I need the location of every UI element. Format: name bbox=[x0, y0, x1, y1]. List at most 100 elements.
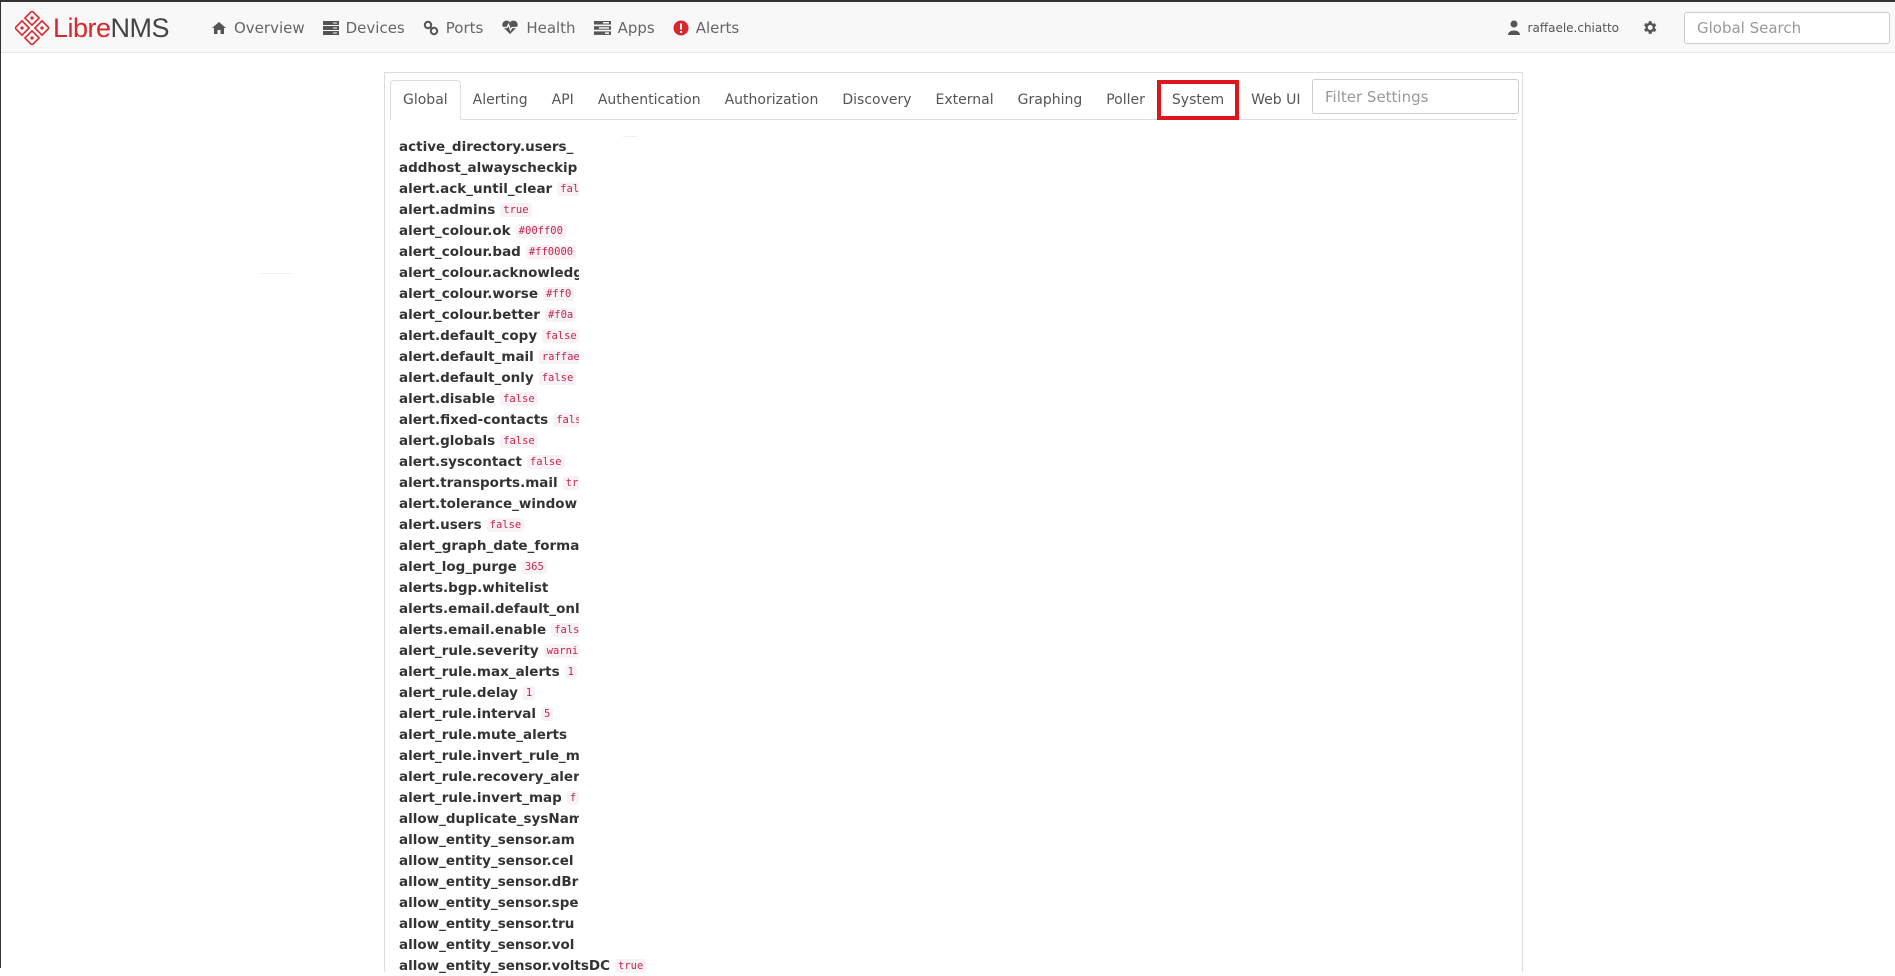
setting-row[interactable]: alerts.email.enable fals bbox=[399, 619, 669, 640]
setting-row[interactable]: alert_rule.max_alerts 1 bbox=[399, 661, 669, 682]
setting-row[interactable]: allow_entity_sensor.vol bbox=[399, 934, 669, 955]
setting-row[interactable]: alert_rule.interval 5 bbox=[399, 703, 669, 724]
setting-row[interactable]: alert_rule.recovery_aler bbox=[399, 766, 669, 787]
tab-authorization[interactable]: Authorization bbox=[713, 80, 831, 120]
tab-authentication[interactable]: Authentication bbox=[586, 80, 713, 120]
tab-poller-label: Poller bbox=[1106, 92, 1145, 108]
setting-clip: alert_rule.recovery_aler bbox=[399, 769, 579, 785]
setting-row[interactable]: alert_graph_date_forma bbox=[399, 535, 669, 556]
setting-clip: alert_colour.bad #ff0000 bbox=[399, 244, 579, 260]
setting-row[interactable]: allow_entity_sensor.tru bbox=[399, 913, 669, 934]
setting-value: false bbox=[538, 370, 577, 385]
setting-clip: alert.users false bbox=[399, 517, 579, 533]
setting-row[interactable]: alert.fixed-contacts fals bbox=[399, 409, 669, 430]
setting-clip: alerts.email.enable fals bbox=[399, 622, 579, 638]
setting-row[interactable]: alert.syscontact false bbox=[399, 451, 669, 472]
setting-row[interactable]: active_directory.users_ bbox=[399, 136, 669, 157]
exclamation-circle-icon bbox=[673, 20, 689, 35]
tab-alerting-label: Alerting bbox=[472, 92, 528, 108]
setting-row[interactable]: alert.default_mail raffae bbox=[399, 346, 669, 367]
settings-list: active_directory.users_ addhost_alwaysche… bbox=[399, 136, 669, 976]
settings-gear[interactable] bbox=[1641, 19, 1658, 36]
setting-clip: alert.fixed-contacts fals bbox=[399, 412, 579, 428]
setting-row[interactable]: alert.users false bbox=[399, 514, 669, 535]
setting-row[interactable]: alert.transports.mail tr bbox=[399, 472, 669, 493]
global-search-input[interactable] bbox=[1684, 11, 1890, 44]
setting-key: allow_entity_sensor.dBr bbox=[399, 873, 579, 890]
main-nav: Overview Devices Ports Health Apps Alert… bbox=[211, 2, 757, 53]
tab-web-ui[interactable]: Web UI bbox=[1239, 80, 1312, 120]
setting-row[interactable]: allow_entity_sensor.am bbox=[399, 829, 669, 850]
setting-key: allow_entity_sensor.vol bbox=[399, 936, 575, 953]
tab-external[interactable]: External bbox=[924, 80, 1006, 120]
setting-row[interactable]: alert_rule.invert_map f bbox=[399, 787, 669, 808]
setting-clip: alert.syscontact false bbox=[399, 454, 579, 470]
tab-discovery[interactable]: Discovery bbox=[830, 80, 923, 120]
setting-row[interactable]: alert_colour.ok #00ff00 bbox=[399, 220, 669, 241]
setting-row[interactable]: allow_entity_sensor.spe bbox=[399, 892, 669, 913]
setting-row[interactable]: alert_rule.delay 1 bbox=[399, 682, 669, 703]
setting-row[interactable]: alert.ack_until_clear fal bbox=[399, 178, 669, 199]
tab-graphing-label: Graphing bbox=[1017, 92, 1083, 108]
tab-graphing[interactable]: Graphing bbox=[1006, 80, 1095, 120]
setting-row[interactable]: alert.default_only false bbox=[399, 367, 669, 388]
setting-row[interactable]: alert_colour.acknowledg bbox=[399, 262, 669, 283]
nav-overview[interactable]: Overview bbox=[211, 19, 305, 37]
setting-clip: active_directory.users_ bbox=[399, 139, 579, 155]
nav-apps[interactable]: Apps bbox=[593, 18, 655, 37]
librenms-logo[interactable]: LibreNMS bbox=[15, 10, 170, 46]
setting-row[interactable]: alert_rule.mute_alerts bbox=[399, 724, 669, 745]
setting-value: fal bbox=[557, 181, 579, 196]
setting-clip: alert.transports.mail tr bbox=[399, 475, 579, 491]
setting-clip: alert.default_mail raffae bbox=[399, 349, 579, 365]
setting-row[interactable]: alert.globals false bbox=[399, 430, 669, 451]
setting-row[interactable]: alert_colour.worse #ff0 bbox=[399, 283, 669, 304]
setting-clip: allow_entity_sensor.cel bbox=[399, 853, 579, 869]
setting-clip: alert_rule.interval 5 bbox=[399, 706, 579, 722]
setting-row[interactable]: addhost_alwayscheckip bbox=[399, 157, 669, 178]
setting-key: alert.globals bbox=[399, 432, 496, 449]
setting-value: raffae bbox=[538, 349, 579, 364]
nav-apps-label: Apps bbox=[617, 18, 655, 37]
setting-value: #ff0 bbox=[543, 286, 575, 301]
setting-row[interactable]: alert_log_purge 365 bbox=[399, 556, 669, 577]
nav-ports[interactable]: Ports bbox=[423, 18, 484, 37]
setting-row[interactable]: alert_colour.bad #ff0000 bbox=[399, 241, 669, 262]
setting-row[interactable]: allow_entity_sensor.cel bbox=[399, 850, 669, 871]
tab-alerting[interactable]: Alerting bbox=[461, 80, 540, 120]
setting-row[interactable]: alert_colour.better #f0a bbox=[399, 304, 669, 325]
brand-nms: NMS bbox=[110, 12, 170, 43]
nav-alerts[interactable]: Alerts bbox=[673, 19, 739, 37]
setting-key: allow_entity_sensor.cel bbox=[399, 852, 574, 869]
setting-clip: alert.ack_until_clear fal bbox=[399, 181, 579, 197]
setting-value: tr bbox=[562, 475, 579, 490]
setting-value: #ff0000 bbox=[525, 244, 577, 259]
setting-row[interactable]: allow_entity_sensor.voltsDC true bbox=[399, 955, 669, 976]
gear-icon bbox=[1644, 21, 1657, 34]
setting-key: alert.disable bbox=[399, 390, 496, 407]
setting-row[interactable]: alert.default_copy false bbox=[399, 325, 669, 346]
nav-health[interactable]: Health bbox=[501, 19, 576, 37]
nav-ports-label: Ports bbox=[445, 18, 484, 37]
faint-divider bbox=[623, 136, 637, 137]
setting-row[interactable]: alert.admins true bbox=[399, 199, 669, 220]
setting-row[interactable]: alert_rule.invert_rule_m bbox=[399, 745, 669, 766]
setting-row[interactable]: alerts.email.default_onl bbox=[399, 598, 669, 619]
setting-row[interactable]: alert_rule.severity warni bbox=[399, 640, 669, 661]
tab-api[interactable]: API bbox=[540, 80, 586, 120]
nav-devices[interactable]: Devices bbox=[322, 19, 405, 37]
setting-key: alert_rule.invert_rule_m bbox=[399, 747, 579, 764]
setting-row[interactable]: allow_entity_sensor.dBr bbox=[399, 871, 669, 892]
setting-key: allow_entity_sensor.tru bbox=[399, 915, 575, 932]
setting-clip: allow_entity_sensor.tru bbox=[399, 916, 579, 932]
setting-row[interactable]: allow_duplicate_sysNam bbox=[399, 808, 669, 829]
setting-row[interactable]: alert.tolerance_window bbox=[399, 493, 669, 514]
tab-system[interactable]: System bbox=[1156, 80, 1240, 120]
setting-clip: allow_entity_sensor.vol bbox=[399, 937, 579, 953]
filter-settings-input[interactable] bbox=[1312, 79, 1519, 114]
tab-poller[interactable]: Poller bbox=[1094, 80, 1157, 120]
user-menu[interactable]: raffaele.chiatto bbox=[1507, 20, 1619, 35]
setting-row[interactable]: alerts.bgp.whitelist bbox=[399, 577, 669, 598]
tab-global[interactable]: Global bbox=[390, 80, 461, 120]
setting-row[interactable]: alert.disable false bbox=[399, 388, 669, 409]
